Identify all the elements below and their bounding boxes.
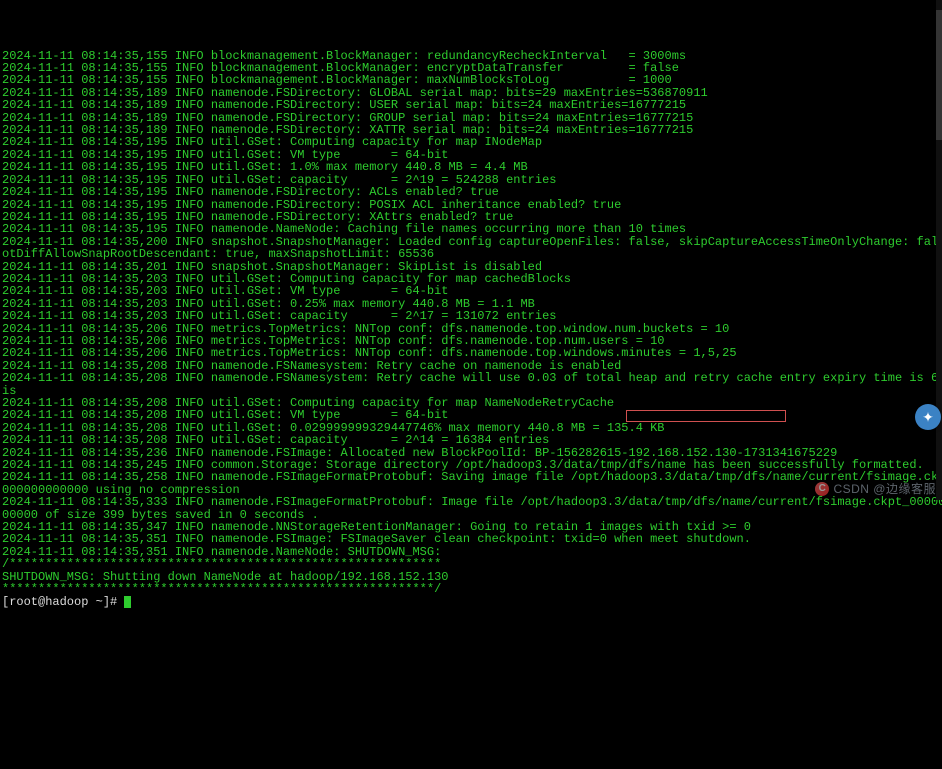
log-line: 2024-11-11 08:14:35,195 INFO util.GSet: … [2,161,942,173]
log-line: 2024-11-11 08:14:35,155 INFO blockmanage… [2,74,942,86]
log-line: ****************************************… [2,583,942,595]
scrollbar-thumb[interactable] [936,10,942,140]
log-line: 2024-11-11 08:14:35,189 INFO namenode.FS… [2,99,942,111]
log-line: /***************************************… [2,558,942,570]
log-line: otDiffAllowSnapRootDescendant: true, max… [2,248,942,260]
shutdown-msg: SHUTDOWN_MSG: Shutting down NameNode at … [2,571,942,583]
csdn-watermark: C CSDN @边缘客服 [815,482,936,496]
log-line: 2024-11-11 08:14:35,258 INFO namenode.FS… [2,471,942,483]
csdn-logo-icon: C [815,482,829,496]
terminal-output[interactable]: 2024-11-11 08:14:35,155 INFO blockmanage… [2,50,942,608]
log-line: 2024-11-11 08:14:35,208 INFO namenode.FS… [2,372,942,384]
log-line: 2024-11-11 08:14:35,203 INFO util.GSet: … [2,310,942,322]
log-line: 00000 of size 399 bytes saved in 0 secon… [2,509,942,521]
log-line: 2024-11-11 08:14:35,333 INFO namenode.FS… [2,496,942,508]
log-line: 2024-11-11 08:14:35,347 INFO namenode.NN… [2,521,942,533]
cursor [124,596,131,608]
log-line: 2024-11-11 08:14:35,351 INFO namenode.Na… [2,546,942,558]
assistant-float-icon[interactable]: ✦ [915,404,941,430]
shell-prompt[interactable]: [root@hadoop ~]# [2,596,942,608]
log-line: 2024-11-11 08:14:35,351 INFO namenode.FS… [2,533,942,545]
log-line: 2024-11-11 08:14:35,203 INFO util.GSet: … [2,285,942,297]
log-line: 2024-11-11 08:14:35,208 INFO util.GSet: … [2,409,942,421]
log-line: 2024-11-11 08:14:35,195 INFO namenode.Na… [2,223,942,235]
log-line: 2024-11-11 08:14:35,195 INFO util.GSet: … [2,136,942,148]
watermark-text: CSDN @边缘客服 [833,483,936,495]
sparkle-icon: ✦ [922,411,934,423]
log-line: 2024-11-11 08:14:35,208 INFO util.GSet: … [2,434,942,446]
log-line: 2024-11-11 08:14:35,206 INFO metrics.Top… [2,347,942,359]
log-line: 2024-11-11 08:14:35,195 INFO namenode.FS… [2,186,942,198]
